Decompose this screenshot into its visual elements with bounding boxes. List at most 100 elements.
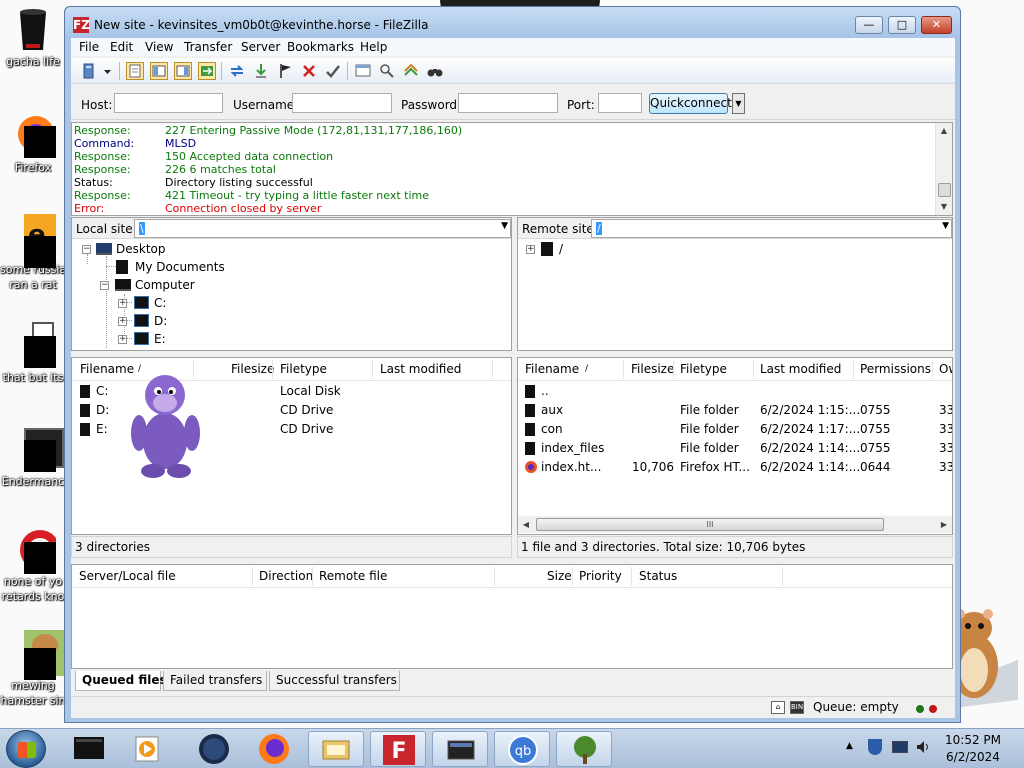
monitor-app-icon[interactable] — [432, 731, 488, 767]
chevron-down-icon[interactable]: ▼ — [942, 221, 949, 231]
firefox-icon[interactable] — [246, 731, 302, 767]
sync-browse-icon[interactable] — [402, 62, 420, 80]
clock-time[interactable]: 10:52 PM — [943, 733, 1003, 747]
transfer-queue[interactable]: Server/Local file Direction Remote file … — [71, 564, 953, 669]
toggle-local-tree-icon[interactable] — [150, 62, 168, 80]
process-queue-icon[interactable] — [252, 62, 270, 80]
remote-file-row[interactable]: index_files File folder 6/2/2024 1:14:... 0… — [518, 439, 952, 458]
log-scrollbar[interactable]: ▲ ▼ — [935, 123, 952, 215]
menu-help[interactable]: Help — [360, 40, 387, 54]
media-player-icon[interactable] — [120, 731, 176, 767]
remote-file-row[interactable]: .. — [518, 382, 952, 401]
menu-view[interactable]: View — [145, 40, 173, 54]
site-manager-icon[interactable] — [81, 62, 99, 80]
taskbar-app-1[interactable] — [62, 731, 118, 767]
scroll-right-icon[interactable]: ▶ — [936, 516, 952, 533]
desktop-icon-none-of-you[interactable]: none of yo retards kno — [0, 526, 66, 604]
tray-expand-icon[interactable]: ▲ — [846, 741, 853, 751]
toggle-log-icon[interactable] — [126, 62, 144, 80]
col-permissions[interactable]: Permissions — [860, 362, 931, 376]
refresh-icon[interactable] — [228, 62, 246, 80]
desktop-icon-some-russian[interactable]: e some russian ran a rat — [0, 214, 66, 292]
port-input[interactable] — [598, 93, 642, 113]
search-icon[interactable] — [426, 62, 444, 80]
file-type: Firefox HT... — [680, 460, 750, 474]
toggle-queue-icon[interactable] — [198, 62, 216, 80]
scroll-thumb[interactable] — [938, 183, 951, 197]
col-filetype[interactable]: Filetype — [280, 362, 327, 376]
col-status[interactable]: Status — [639, 569, 677, 583]
shield-icon[interactable] — [868, 739, 882, 755]
menu-server[interactable]: Server — [241, 40, 280, 54]
col-last-modified[interactable]: Last modified — [380, 362, 461, 376]
desktop-icon-firefox[interactable]: Firefox — [0, 112, 66, 175]
quickconnect-button[interactable]: Quickconnect — [649, 93, 732, 114]
network-icon[interactable] — [892, 741, 908, 753]
chevron-down-icon[interactable]: ▼ — [501, 221, 508, 231]
desktop-icon-endermanch[interactable]: Endermanc — [0, 426, 66, 489]
log-entry-text: 227 Entering Passive Mode (172,81,131,17… — [165, 124, 463, 137]
tab-failed-transfers[interactable]: Failed transfers — [163, 671, 267, 691]
scroll-thumb[interactable]: III — [536, 518, 884, 531]
desktop-icon-gacha-life[interactable]: gacha life — [0, 6, 66, 69]
scroll-up-icon[interactable]: ▲ — [936, 123, 952, 139]
col-last-modified[interactable]: Last modified — [760, 362, 841, 376]
col-filesize[interactable]: Filesize — [231, 362, 274, 376]
tab-successful-transfers[interactable]: Successful transfers — [269, 671, 400, 691]
toggle-remote-tree-icon[interactable] — [174, 62, 192, 80]
col-direction[interactable]: Direction — [259, 569, 313, 583]
maximize-button[interactable]: □ — [888, 16, 916, 34]
dropdown-icon[interactable] — [103, 62, 113, 80]
col-filename[interactable]: Filename — [525, 362, 579, 376]
col-owner[interactable]: Ow — [939, 362, 952, 376]
disconnect-icon[interactable] — [300, 62, 318, 80]
file-modified: 6/2/2024 1:15:... — [760, 403, 861, 417]
binary-mode-icon[interactable]: BIN — [790, 701, 804, 714]
local-site-input[interactable]: \ ▼ — [134, 219, 511, 238]
menu-transfer[interactable]: Transfer — [184, 40, 232, 54]
tab-queued-files[interactable]: Queued files — [75, 671, 167, 691]
col-priority[interactable]: Priority — [579, 569, 622, 583]
col-filetype[interactable]: Filetype — [680, 362, 727, 376]
browser-globe-icon[interactable] — [186, 731, 242, 767]
col-server-local-file[interactable]: Server/Local file — [79, 569, 176, 583]
clock-date[interactable]: 6/2/2024 — [943, 750, 1003, 764]
password-input[interactable] — [458, 93, 558, 113]
quickconnect-dropdown-icon[interactable]: ▼ — [732, 93, 745, 114]
filter-icon[interactable] — [354, 62, 372, 80]
menu-bookmarks[interactable]: Bookmarks — [287, 40, 354, 54]
title-bar[interactable]: FZ New site - kevinsites_vm0b0t@kevinthe… — [65, 7, 960, 39]
minimize-button[interactable]: — — [855, 16, 883, 34]
start-button[interactable] — [6, 730, 46, 768]
col-remote-file[interactable]: Remote file — [319, 569, 387, 583]
col-size[interactable]: Size — [547, 569, 572, 583]
bonzi-buddy-icon[interactable] — [125, 363, 207, 481]
compare-icon[interactable] — [378, 62, 396, 80]
tree-app-icon[interactable] — [556, 731, 612, 767]
menu-edit[interactable]: Edit — [110, 40, 133, 54]
reconnect-icon[interactable] — [324, 62, 342, 80]
desktop-icon-mewing-hamster[interactable]: mewing hamster sin — [0, 630, 70, 708]
remote-file-row[interactable]: con File folder 6/2/2024 1:17:... 0755 33 — [518, 420, 952, 439]
remote-file-row[interactable]: aux File folder 6/2/2024 1:15:... 0755 33 — [518, 401, 952, 420]
remote-hscrollbar[interactable]: ◀ III ▶ — [518, 516, 952, 533]
close-button[interactable]: ✕ — [921, 16, 952, 34]
message-log[interactable]: Response: 227 Entering Passive Mode (172,… — [71, 122, 953, 216]
scroll-down-icon[interactable]: ▼ — [936, 199, 952, 215]
drive-icon — [80, 404, 90, 417]
col-filesize[interactable]: Filesize — [631, 362, 674, 376]
remote-file-row[interactable]: index.ht... 10,706 Firefox HT... 6/2/2024 1… — [518, 458, 952, 477]
file-explorer-icon[interactable] — [308, 731, 364, 767]
remote-site-input[interactable]: / ▼ — [591, 219, 952, 238]
folder-icon — [525, 442, 535, 455]
filezilla-taskbar-icon[interactable]: F — [370, 731, 426, 767]
qbittorrent-icon[interactable]: qb — [494, 731, 550, 767]
cancel-icon[interactable] — [276, 62, 294, 80]
app-icon — [10, 426, 64, 472]
host-input[interactable] — [114, 93, 223, 113]
scroll-left-icon[interactable]: ◀ — [518, 516, 534, 533]
username-input[interactable] — [292, 93, 392, 113]
menu-file[interactable]: File — [79, 40, 99, 54]
volume-icon[interactable] — [916, 740, 930, 754]
desktop-icon-that-but-its[interactable]: that but its — [0, 322, 66, 385]
